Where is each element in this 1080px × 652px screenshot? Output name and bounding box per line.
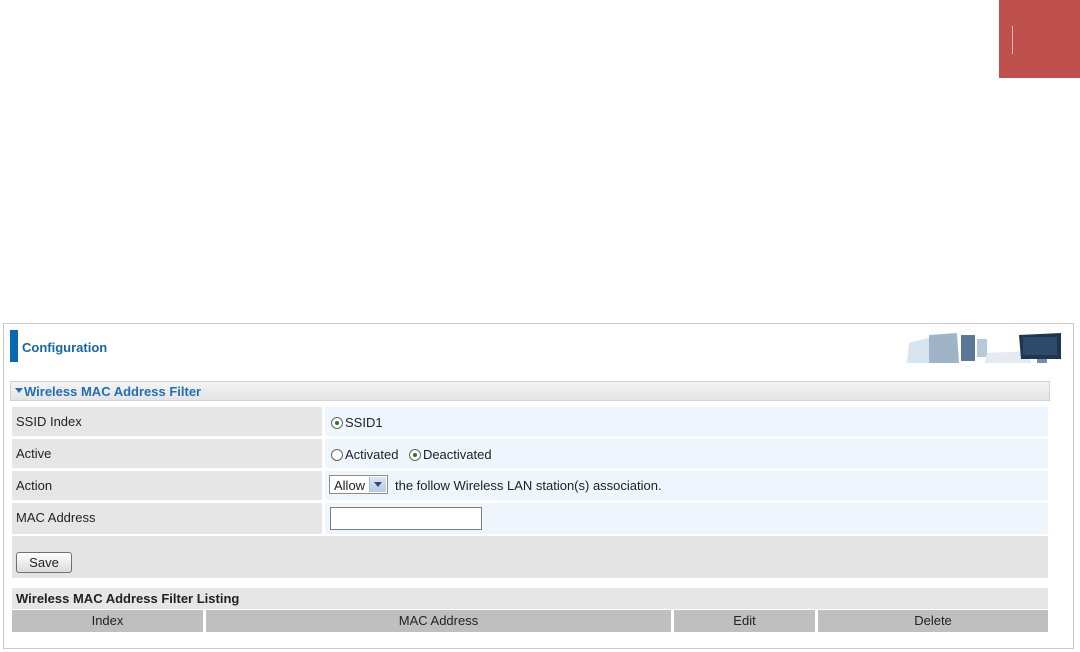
ssid1-radio-label[interactable]: SSID1 <box>345 415 383 430</box>
listing-title: Wireless MAC Address Filter Listing <box>16 591 240 606</box>
corner-tab-mark <box>1012 26 1013 54</box>
config-header: Configuration <box>4 324 1073 369</box>
listing-title-bar: Wireless MAC Address Filter Listing <box>12 588 1048 609</box>
active-label-cell: Active <box>12 439 322 468</box>
mac-address-input[interactable] <box>330 507 482 530</box>
active-row: Active Activated Deactivated <box>12 439 1048 468</box>
ssid-index-options: SSID1 <box>331 414 389 432</box>
mac-address-row: MAC Address <box>12 503 1048 534</box>
mac-address-label-cell: MAC Address <box>12 503 322 534</box>
action-description: the follow Wireless LAN station(s) assoc… <box>395 478 662 493</box>
config-title: Configuration <box>22 340 108 355</box>
triangle-down-icon <box>15 388 23 393</box>
section-header[interactable]: Wireless MAC Address Filter <box>10 381 1050 401</box>
action-value-cell: Allow the follow Wireless LAN station(s)… <box>325 471 1048 500</box>
config-accent-bar <box>10 330 18 362</box>
ssid-index-label-cell: SSID Index <box>12 407 322 436</box>
ssid-index-row: SSID Index SSID1 <box>12 407 1048 436</box>
activated-radio-label[interactable]: Activated <box>345 447 398 462</box>
column-delete: Delete <box>818 610 1048 632</box>
mac-address-value-cell <box>325 503 1048 534</box>
configuration-panel: Configuration Wireless MAC Address Filte… <box>3 323 1074 649</box>
ssid-index-value-cell: SSID1 <box>325 407 1048 436</box>
ssid1-radio[interactable] <box>331 416 343 429</box>
corner-tab <box>999 0 1080 78</box>
action-label: Action <box>16 478 53 493</box>
mac-address-label: MAC Address <box>16 510 96 525</box>
action-select-value: Allow <box>334 478 366 493</box>
active-label: Active <box>16 446 52 461</box>
deactivated-radio-label[interactable]: Deactivated <box>423 447 492 462</box>
action-select[interactable]: Allow <box>329 475 388 494</box>
chevron-down-icon[interactable] <box>369 477 386 492</box>
deactivated-radio[interactable] <box>408 448 421 461</box>
computer-desk-icon <box>899 329 1067 365</box>
activated-radio[interactable] <box>331 448 343 461</box>
section-title: Wireless MAC Address Filter <box>24 384 202 399</box>
button-strip: Save <box>12 536 1048 578</box>
column-index: Index <box>12 610 203 632</box>
column-edit: Edit <box>674 610 815 632</box>
save-button[interactable]: Save <box>16 552 72 573</box>
active-value-cell: Activated Deactivated <box>325 439 1048 468</box>
listing-header: Index MAC Address Edit Delete <box>12 610 1048 632</box>
action-row: Action Allow the follow Wireless LAN sta… <box>12 471 1048 500</box>
active-options: Activated Deactivated <box>331 446 498 464</box>
ssid-index-label: SSID Index <box>16 414 82 429</box>
action-label-cell: Action <box>12 471 322 500</box>
column-mac-address: MAC Address <box>206 610 671 632</box>
